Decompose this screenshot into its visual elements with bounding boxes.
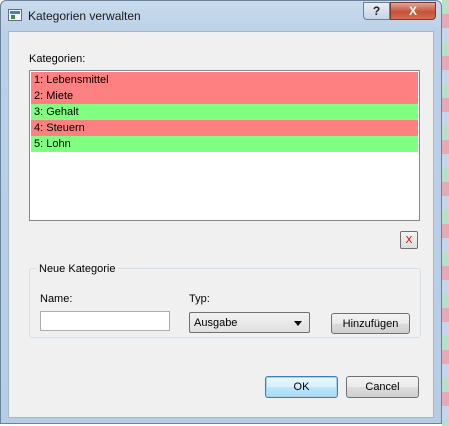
close-icon: X (408, 4, 417, 18)
dialog-window: Kategorien verwalten ? X Kategorien: 1: … (0, 0, 442, 424)
chevron-down-icon (294, 321, 302, 326)
name-input[interactable] (40, 311, 170, 331)
categories-label: Kategorien: (29, 53, 86, 65)
list-item[interactable]: 2: Miete (31, 88, 418, 104)
list-item[interactable]: 5: Lohn (31, 136, 418, 152)
type-select[interactable]: Ausgabe (189, 312, 310, 333)
title-bar[interactable]: Kategorien verwalten ? X (1, 1, 441, 31)
new-category-group-title: Neue Kategorie (36, 263, 119, 275)
delete-icon: X (405, 234, 413, 246)
dialog-client-area: Kategorien: 1: Lebensmittel 2: Miete 3: Ge… (8, 31, 434, 418)
ok-button[interactable]: OK (265, 376, 338, 398)
help-icon: ? (372, 4, 381, 18)
name-label: Name: (40, 293, 73, 305)
cancel-button[interactable]: Cancel (346, 376, 419, 398)
type-select-value: Ausgabe (194, 317, 238, 329)
list-item[interactable]: 1: Lebensmittel (31, 72, 418, 88)
window-title: Kategorien verwalten (28, 9, 141, 23)
list-item[interactable]: 3: Gehalt (31, 104, 418, 120)
type-label: Typ: (189, 293, 210, 305)
list-item[interactable]: 4: Steuern (31, 120, 418, 136)
background-window-edge (442, 0, 449, 426)
categories-list[interactable]: 1: Lebensmittel 2: Miete 3: Gehalt 4: Steue… (29, 70, 420, 221)
add-button[interactable]: Hinzufügen (331, 313, 410, 334)
delete-category-button[interactable]: X (400, 231, 418, 249)
close-button[interactable]: X (390, 2, 436, 20)
window-app-icon (8, 9, 22, 21)
help-button[interactable]: ? (363, 2, 390, 20)
